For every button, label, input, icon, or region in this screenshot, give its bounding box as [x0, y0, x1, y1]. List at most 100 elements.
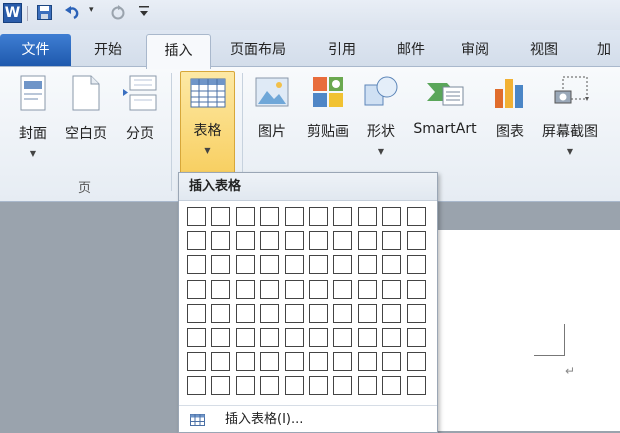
cover-page-button[interactable]: 封面 ▼	[14, 75, 52, 158]
table-grid-cell[interactable]	[358, 207, 377, 226]
table-grid-cell[interactable]	[309, 255, 328, 274]
table-button[interactable]: 表格 ▼	[180, 71, 235, 175]
table-grid-cell[interactable]	[333, 376, 352, 395]
table-grid-cell[interactable]	[407, 280, 426, 299]
table-grid-cell[interactable]	[358, 328, 377, 347]
table-grid-cell[interactable]	[407, 376, 426, 395]
table-grid-cell[interactable]	[236, 304, 255, 323]
save-icon[interactable]	[37, 5, 52, 20]
table-grid-cell[interactable]	[382, 255, 401, 274]
table-dropdown-icon[interactable]: ▼	[181, 146, 234, 155]
table-grid-cell[interactable]	[236, 376, 255, 395]
table-grid-cell[interactable]	[333, 255, 352, 274]
table-grid-cell[interactable]	[260, 280, 279, 299]
table-grid-cell[interactable]	[309, 304, 328, 323]
table-grid-cell[interactable]	[211, 231, 230, 250]
blank-page-button[interactable]: 空白页	[60, 75, 112, 143]
shapes-button[interactable]: 形状 ▼	[362, 75, 400, 156]
tab-home[interactable]: 开始	[94, 36, 122, 66]
table-grid-cell[interactable]	[285, 207, 304, 226]
table-grid-cell[interactable]	[358, 255, 377, 274]
table-grid-cell[interactable]	[285, 376, 304, 395]
undo-dropdown-icon[interactable]: ▾	[89, 5, 94, 15]
screenshot-button[interactable]: 屏幕截图 ▼	[538, 75, 602, 156]
table-grid-cell[interactable]	[187, 231, 206, 250]
table-grid-cell[interactable]	[358, 231, 377, 250]
table-grid-cell[interactable]	[358, 304, 377, 323]
table-grid-cell[interactable]	[407, 352, 426, 371]
table-grid-cell[interactable]	[407, 207, 426, 226]
table-size-grid[interactable]	[187, 207, 433, 403]
table-grid-cell[interactable]	[382, 352, 401, 371]
table-grid-cell[interactable]	[407, 231, 426, 250]
table-grid-cell[interactable]	[236, 328, 255, 347]
smartart-button[interactable]: SmartArt	[410, 75, 480, 137]
screenshot-dropdown-icon[interactable]: ▼	[538, 147, 602, 156]
table-grid-cell[interactable]	[211, 255, 230, 274]
table-grid-cell[interactable]	[309, 352, 328, 371]
table-grid-cell[interactable]	[260, 231, 279, 250]
table-grid-cell[interactable]	[285, 231, 304, 250]
table-grid-cell[interactable]	[358, 376, 377, 395]
table-grid-cell[interactable]	[358, 352, 377, 371]
table-grid-cell[interactable]	[236, 352, 255, 371]
table-grid-cell[interactable]	[236, 231, 255, 250]
undo-icon[interactable]	[64, 4, 80, 20]
table-grid-cell[interactable]	[309, 376, 328, 395]
clip-art-button[interactable]: 剪贴画	[302, 75, 354, 141]
table-grid-cell[interactable]	[187, 207, 206, 226]
table-grid-cell[interactable]	[187, 328, 206, 347]
customize-toolbar-icon[interactable]	[138, 4, 150, 18]
table-grid-cell[interactable]	[211, 304, 230, 323]
tab-references[interactable]: 引用	[328, 36, 356, 66]
table-grid-cell[interactable]	[333, 328, 352, 347]
table-grid-cell[interactable]	[211, 280, 230, 299]
table-grid-cell[interactable]	[285, 328, 304, 347]
table-grid-cell[interactable]	[382, 376, 401, 395]
redo-icon[interactable]	[110, 4, 126, 20]
table-grid-cell[interactable]	[382, 231, 401, 250]
table-grid-cell[interactable]	[260, 376, 279, 395]
table-grid-cell[interactable]	[187, 376, 206, 395]
table-grid-cell[interactable]	[260, 352, 279, 371]
table-grid-cell[interactable]	[187, 255, 206, 274]
table-grid-cell[interactable]	[407, 328, 426, 347]
chart-button[interactable]: 图表	[490, 75, 530, 141]
table-grid-cell[interactable]	[260, 207, 279, 226]
word-logo-icon[interactable]: W	[3, 3, 22, 23]
table-grid-cell[interactable]	[187, 352, 206, 371]
picture-button[interactable]: 图片	[254, 75, 290, 141]
tab-page-layout[interactable]: 页面布局	[230, 36, 286, 66]
table-grid-cell[interactable]	[309, 231, 328, 250]
table-grid-cell[interactable]	[236, 280, 255, 299]
table-grid-cell[interactable]	[236, 207, 255, 226]
table-grid-cell[interactable]	[285, 304, 304, 323]
table-grid-cell[interactable]	[333, 280, 352, 299]
table-grid-cell[interactable]	[358, 280, 377, 299]
tab-addins[interactable]: 加载	[597, 36, 620, 86]
table-grid-cell[interactable]	[333, 207, 352, 226]
table-grid-cell[interactable]	[333, 231, 352, 250]
tab-review[interactable]: 审阅	[461, 36, 489, 66]
table-grid-cell[interactable]	[407, 304, 426, 323]
table-grid-cell[interactable]	[236, 255, 255, 274]
table-grid-cell[interactable]	[285, 352, 304, 371]
table-grid-cell[interactable]	[333, 304, 352, 323]
table-grid-cell[interactable]	[260, 328, 279, 347]
table-grid-cell[interactable]	[309, 280, 328, 299]
table-grid-cell[interactable]	[309, 328, 328, 347]
table-grid-cell[interactable]	[333, 352, 352, 371]
table-grid-cell[interactable]	[211, 376, 230, 395]
insert-table-menu-item[interactable]: 插入表格(I)...	[179, 409, 437, 431]
tab-mailings[interactable]: 邮件	[397, 36, 425, 66]
table-grid-cell[interactable]	[211, 328, 230, 347]
tab-insert[interactable]: 插入	[146, 34, 211, 69]
table-grid-cell[interactable]	[260, 255, 279, 274]
table-grid-cell[interactable]	[187, 304, 206, 323]
table-grid-cell[interactable]	[211, 207, 230, 226]
table-grid-cell[interactable]	[382, 280, 401, 299]
table-grid-cell[interactable]	[260, 304, 279, 323]
table-grid-cell[interactable]	[382, 328, 401, 347]
table-grid-cell[interactable]	[211, 352, 230, 371]
table-grid-cell[interactable]	[407, 255, 426, 274]
